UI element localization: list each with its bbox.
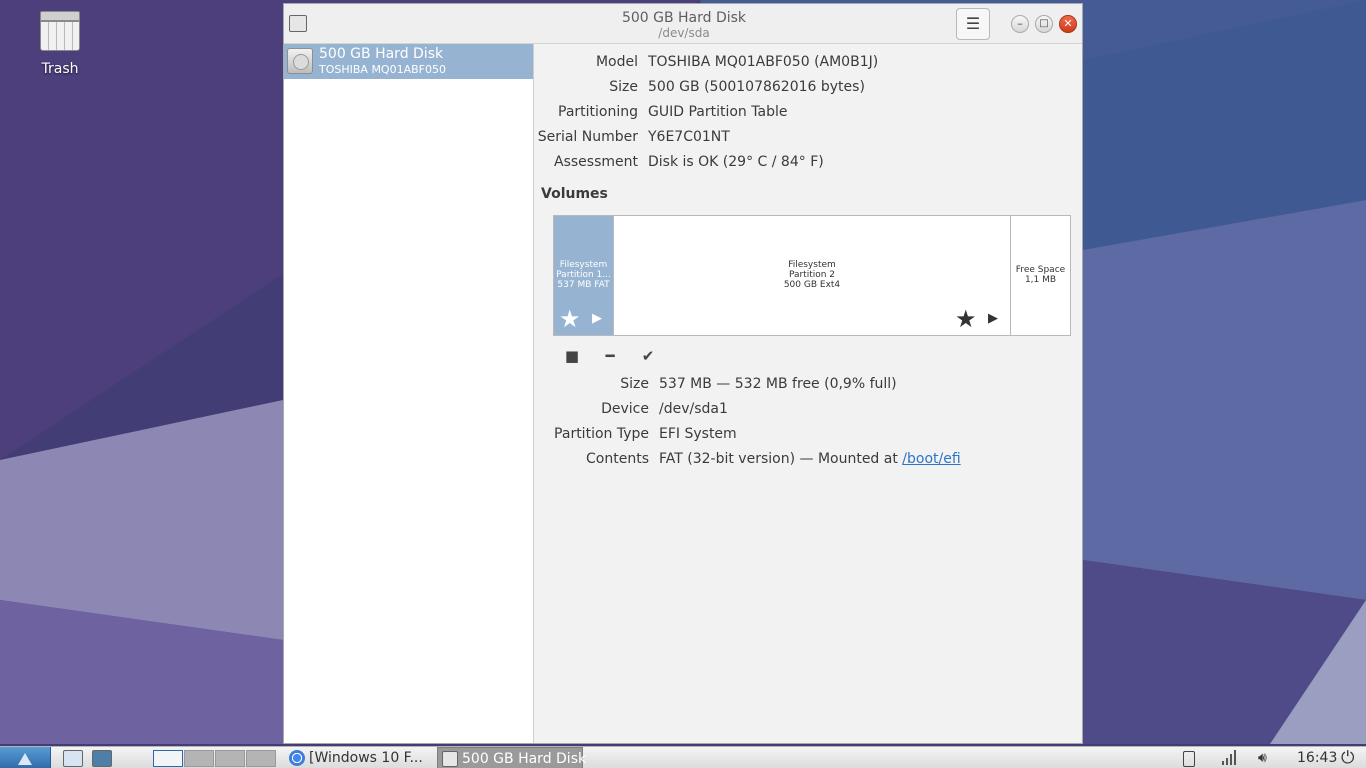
sidebar-item-hard-disk[interactable]: 500 GB Hard Disk TOSHIBA MQ01ABF050 bbox=[284, 44, 533, 79]
sidebar-item-sublabel: TOSHIBA MQ01ABF050 bbox=[319, 63, 446, 76]
partition-type-value: EFI System bbox=[659, 426, 737, 442]
power-icon[interactable]: ⏻ bbox=[1341, 749, 1354, 767]
serial-row: Serial Number bbox=[535, 127, 638, 147]
workspace-3[interactable] bbox=[215, 750, 245, 767]
assessment-value: Disk is OK (29° C / 84° F) bbox=[648, 154, 824, 170]
contents-value: FAT (32-bit version) — Mounted at bbox=[659, 451, 898, 467]
partition-size-value: 537 MB — 532 MB free (0,9% full) bbox=[659, 376, 897, 392]
contents-row: Contents bbox=[535, 449, 649, 469]
trash-icon bbox=[40, 11, 80, 55]
window-subtitle: /dev/sda bbox=[658, 26, 710, 40]
close-button[interactable]: ✕ bbox=[1059, 15, 1077, 33]
check-icon[interactable]: ✔ bbox=[636, 345, 660, 367]
taskbar-disks-window[interactable]: 500 GB Hard Disk bbox=[437, 747, 587, 768]
workspace-2[interactable] bbox=[184, 750, 214, 767]
close-icon: ✕ bbox=[1063, 17, 1073, 30]
device-label: Device bbox=[601, 401, 649, 417]
minimize-icon: – bbox=[1017, 17, 1023, 30]
desktop-trash[interactable]: Trash bbox=[20, 8, 100, 77]
titlebar[interactable]: 500 GB Hard Disk /dev/sda ☰ – □ ✕ bbox=[284, 4, 1082, 44]
hamburger-menu-button[interactable]: ☰ bbox=[956, 8, 990, 40]
size-row: Size bbox=[535, 77, 638, 97]
partition-type-label: Partition Type bbox=[554, 426, 649, 442]
hamburger-icon: ☰ bbox=[965, 14, 981, 33]
hard-disk-icon bbox=[287, 48, 313, 74]
device-row: Device bbox=[535, 399, 649, 419]
network-signal-icon[interactable] bbox=[1220, 749, 1238, 767]
volume-free-space[interactable]: Free Space 1,1 MB bbox=[1011, 216, 1070, 335]
volume-map: Filesystem Partition 1... 537 MB FAT ★ ▶… bbox=[553, 215, 1071, 336]
partitioning-value: GUID Partition Table bbox=[648, 104, 788, 120]
free-space-line2: 1,1 MB bbox=[1024, 275, 1057, 285]
window-title: 500 GB Hard Disk bbox=[621, 10, 747, 26]
drive-details: Model TOSHIBA MQ01ABF050 (AM0B1J) Size 5… bbox=[535, 44, 1082, 743]
partition-size-label: Size bbox=[620, 376, 649, 392]
mounted-icon: ▶ bbox=[592, 311, 602, 326]
battery-icon[interactable] bbox=[1183, 751, 1195, 767]
volume-2-line3: 500 GB Ext4 bbox=[783, 280, 841, 290]
minus-icon[interactable]: ━ bbox=[598, 345, 622, 367]
assessment-row: Assessment bbox=[535, 152, 638, 172]
volume-1-line2: Partition 1... bbox=[556, 270, 611, 280]
taskbar-chrome-window[interactable]: [Windows 10 F... bbox=[285, 747, 435, 768]
stop-icon[interactable]: ■ bbox=[560, 345, 584, 367]
assessment-label: Assessment bbox=[554, 154, 638, 170]
serial-value: Y6E7C01NT bbox=[648, 129, 730, 145]
taskbar-disks-label: 500 GB Hard Disk bbox=[462, 751, 587, 767]
minimize-button[interactable]: – bbox=[1011, 15, 1029, 33]
taskbar: [Windows 10 F... 500 GB Hard Disk 🔊︎ 16:… bbox=[0, 746, 1366, 768]
drive-list: 500 GB Hard Disk TOSHIBA MQ01ABF050 bbox=[284, 44, 534, 743]
sidebar-item-label: 500 GB Hard Disk bbox=[319, 46, 444, 62]
taskbar-chrome-label: [Windows 10 F... bbox=[309, 750, 423, 766]
star-icon: ★ bbox=[955, 305, 977, 333]
partitioning-label: Partitioning bbox=[558, 104, 638, 120]
disks-icon bbox=[442, 751, 458, 767]
volume-2-line1: Filesystem bbox=[788, 260, 836, 270]
model-row: Model bbox=[535, 52, 638, 72]
model-label: Model bbox=[595, 54, 638, 70]
partition-type-row: Partition Type bbox=[535, 424, 649, 444]
workspace-1[interactable] bbox=[153, 750, 183, 767]
disks-app-icon[interactable] bbox=[289, 15, 307, 32]
volume-2-line2: Partition 2 bbox=[788, 270, 836, 280]
contents-label: Contents bbox=[586, 451, 649, 467]
partition-size-row: Size bbox=[535, 374, 649, 394]
volume-1-line1: Filesystem bbox=[559, 260, 608, 270]
star-icon: ★ bbox=[559, 305, 581, 333]
volume-1-line3: 537 MB FAT bbox=[557, 280, 610, 290]
start-menu-button[interactable] bbox=[0, 747, 51, 768]
chrome-icon bbox=[289, 750, 305, 766]
workspace-4[interactable] bbox=[246, 750, 276, 767]
file-manager-launcher-icon[interactable] bbox=[63, 750, 83, 767]
size-value: 500 GB (500107862016 bytes) bbox=[648, 79, 865, 95]
volume-partition-1[interactable]: Filesystem Partition 1... 537 MB FAT ★ ▶ bbox=[554, 216, 614, 335]
model-value: TOSHIBA MQ01ABF050 (AM0B1J) bbox=[648, 54, 879, 70]
device-value: /dev/sda1 bbox=[659, 401, 728, 417]
mount-point-link[interactable]: /boot/efi bbox=[902, 451, 960, 467]
mounted-icon: ▶ bbox=[988, 311, 998, 326]
network-launcher-icon[interactable] bbox=[92, 750, 112, 767]
disks-window: 500 GB Hard Disk /dev/sda ☰ – □ ✕ 500 GB… bbox=[283, 3, 1083, 744]
volume-partition-2[interactable]: Filesystem Partition 2 500 GB Ext4 ★ ▶ bbox=[614, 216, 1011, 335]
free-space-line1: Free Space bbox=[1015, 265, 1066, 275]
clock[interactable]: 16:43 bbox=[1297, 749, 1337, 767]
size-label: Size bbox=[609, 79, 638, 95]
maximize-button[interactable]: □ bbox=[1035, 15, 1053, 33]
serial-label: Serial Number bbox=[537, 129, 638, 145]
volume-icon[interactable]: 🔊︎ bbox=[1258, 749, 1267, 767]
partitioning-row: Partitioning bbox=[535, 102, 638, 122]
trash-label: Trash bbox=[41, 61, 79, 77]
volumes-heading: Volumes bbox=[541, 186, 608, 202]
maximize-icon: □ bbox=[1039, 18, 1049, 29]
